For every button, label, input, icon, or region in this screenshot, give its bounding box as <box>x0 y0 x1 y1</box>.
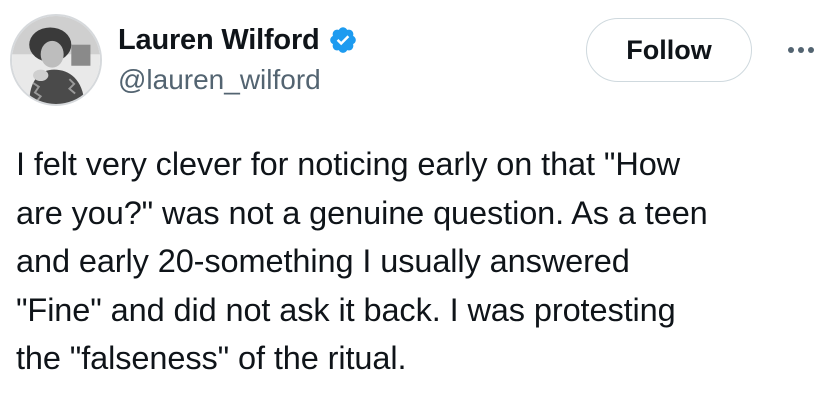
author-display-name[interactable]: Lauren Wilford <box>118 22 320 58</box>
author-name-row: Lauren Wilford <box>118 20 358 60</box>
tweet-text: I felt very clever for noticing early on… <box>16 146 708 376</box>
tweet-card: Lauren Wilford @lauren_wilford Follow I … <box>0 0 822 400</box>
verified-badge-icon <box>328 25 358 55</box>
more-options-icon[interactable] <box>786 36 816 64</box>
author-handle[interactable]: @lauren_wilford <box>118 62 321 98</box>
profile-photo-icon <box>12 16 100 104</box>
author-avatar[interactable] <box>10 14 102 106</box>
follow-button[interactable]: Follow <box>586 18 752 82</box>
